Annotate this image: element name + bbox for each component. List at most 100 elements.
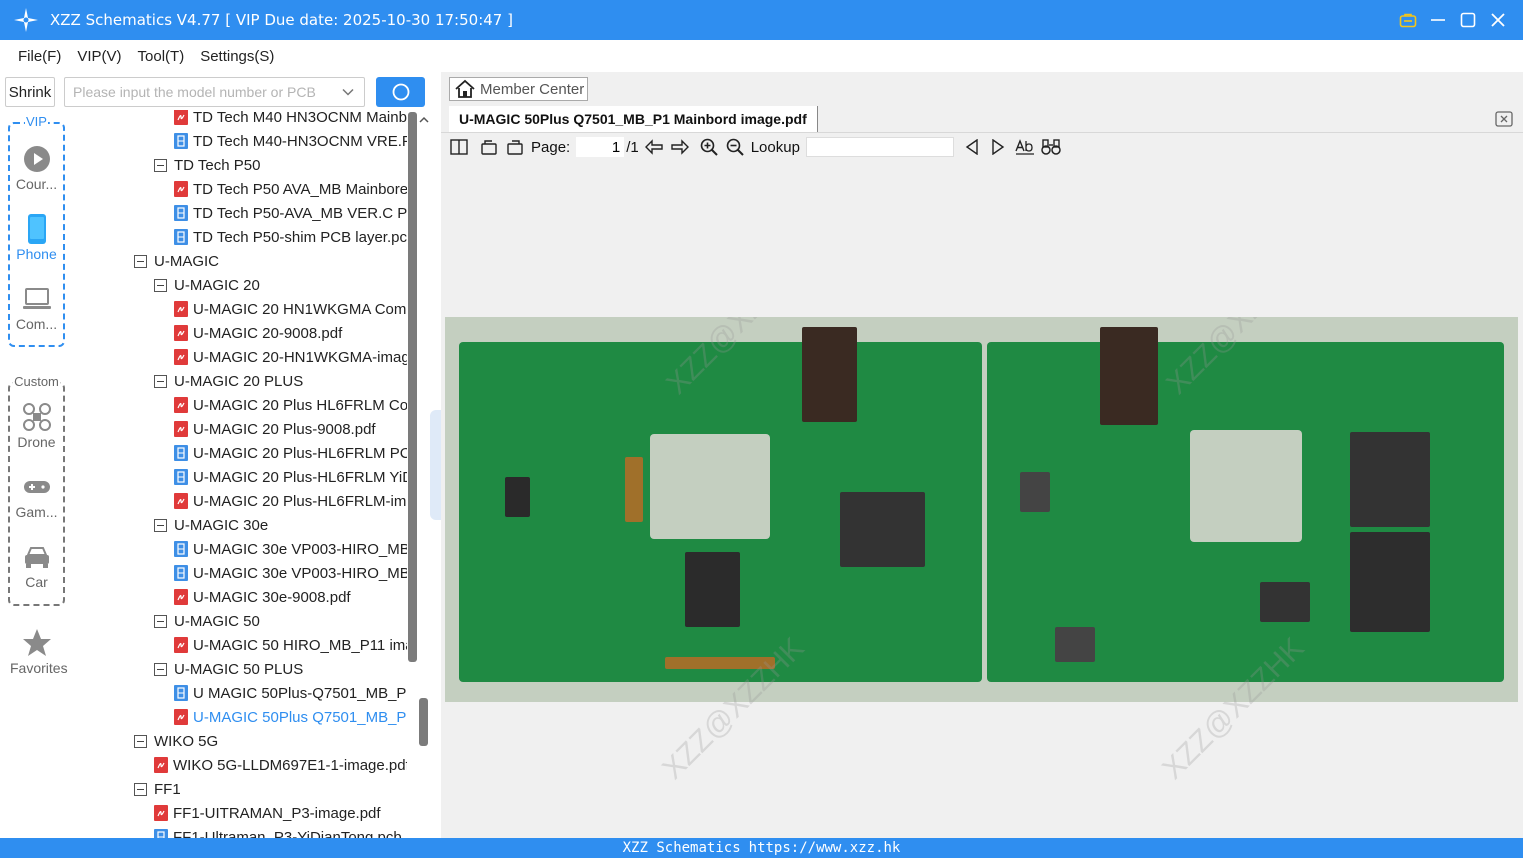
rail-item-computer[interactable]: Com...	[10, 284, 63, 332]
tree-file[interactable]: TD Tech P50-shim PCB layer.pcb	[174, 225, 407, 249]
status-url[interactable]: https://www.xzz.hk	[749, 840, 901, 856]
zoom-in-icon[interactable]	[699, 136, 719, 158]
rail-item-phone[interactable]: Phone	[10, 214, 63, 262]
pcb-file-icon	[174, 685, 188, 701]
tree-scrollbar-thumb[interactable]	[419, 698, 428, 746]
close-tab-icon[interactable]	[1495, 111, 1513, 127]
tree-file[interactable]: TD Tech M40-HN3OCNM VRE.F	[174, 129, 407, 153]
splitter-handle[interactable]	[430, 410, 441, 520]
star-icon	[22, 628, 52, 658]
rail-item-game[interactable]: Gam...	[10, 472, 63, 520]
chevron-down-icon[interactable]	[341, 85, 355, 99]
tree-file[interactable]: U-MAGIC 20 Plus-HL6FRLM-ima	[174, 489, 407, 513]
search-button[interactable]	[376, 77, 425, 107]
tree-folder[interactable]: U-MAGIC 20	[154, 273, 260, 297]
tree-file[interactable]: U-MAGIC 20 Plus HL6FRLM Con	[174, 393, 407, 417]
tree-scrollbar-track[interactable]	[408, 112, 417, 662]
collapse-icon[interactable]	[134, 734, 147, 748]
flex-connector-left	[625, 457, 643, 522]
binoculars-icon[interactable]	[1040, 136, 1062, 158]
pcb-file-icon	[174, 229, 188, 245]
tree-file[interactable]: U-MAGIC 30e VP003-HIRO_MB_	[174, 561, 407, 585]
tree-file[interactable]: U-MAGIC 20 Plus-HL6FRLM YiD	[174, 465, 407, 489]
tree-file[interactable]: TD Tech M40 HN3OCNM Mainb	[174, 110, 407, 129]
find-previous-icon[interactable]	[962, 136, 982, 158]
member-center-button[interactable]: Member Center	[449, 77, 588, 101]
rotate-right-icon[interactable]	[505, 136, 525, 158]
tree-item-label: U-MAGIC 20 PLUS	[174, 372, 304, 390]
window-controls	[1393, 0, 1513, 40]
tree-item-label: U-MAGIC 50	[174, 612, 260, 630]
menu-file[interactable]: File(F)	[10, 48, 69, 65]
collapse-icon[interactable]	[154, 614, 167, 628]
tree-folder[interactable]: U-MAGIC 30e	[154, 513, 268, 537]
minimize-button[interactable]	[1423, 5, 1453, 35]
collapse-icon[interactable]	[154, 278, 167, 292]
search-combobox[interactable]	[64, 77, 365, 107]
collapse-icon[interactable]	[154, 662, 167, 676]
tree-item-label: WIKO 5G-LLDM697E1-1-image.pdf	[173, 756, 407, 774]
rail-item-car[interactable]: Car	[10, 542, 63, 590]
tree-file[interactable]: U MAGIC 50Plus-Q7501_MB_P1	[174, 681, 407, 705]
tree-item-label: U-MAGIC 20 Plus-HL6FRLM-ima	[193, 492, 407, 510]
tree-file[interactable]: U-MAGIC 20 Plus-9008.pdf	[174, 417, 376, 441]
tree-folder[interactable]: FF1	[134, 777, 181, 801]
tree-file[interactable]: U-MAGIC 30e-9008.pdf	[174, 585, 351, 609]
menu-vip[interactable]: VIP(V)	[69, 48, 129, 65]
toggle-sidebar-icon[interactable]	[449, 136, 469, 158]
match-case-icon[interactable]	[1014, 136, 1036, 158]
search-input[interactable]	[65, 78, 330, 106]
menu-settings[interactable]: Settings(S)	[192, 48, 282, 65]
rail-item-courses[interactable]: Cour...	[10, 144, 63, 192]
document-tab[interactable]: U-MAGIC 50Plus Q7501_MB_P1 Mainbord imag…	[449, 106, 818, 132]
collapse-icon[interactable]	[134, 254, 147, 268]
zoom-out-icon[interactable]	[725, 136, 745, 158]
scroll-up-icon[interactable]	[418, 114, 430, 126]
tree-file[interactable]: TD Tech P50-AVA_MB VER.C PC	[174, 201, 407, 225]
next-page-icon[interactable]	[669, 136, 691, 158]
pcb-file-icon	[174, 133, 188, 149]
tree-file[interactable]: WIKO 5G-LLDM697E1-1-image.pdf	[154, 753, 407, 777]
status-app-name: XZZ Schematics	[622, 840, 741, 856]
tree-folder[interactable]: U-MAGIC 50 PLUS	[154, 657, 303, 681]
shrink-button[interactable]: Shrink	[5, 77, 55, 107]
tree-file[interactable]: U-MAGIC 20-HN1WKGMA-imag	[174, 345, 407, 369]
tree-file[interactable]: U-MAGIC 50 HIRO_MB_P11 ima	[174, 633, 407, 657]
tree-folder[interactable]: U-MAGIC 50	[154, 609, 260, 633]
tree-file[interactable]: U-MAGIC 20 HN1WKGMA Comp	[174, 297, 407, 321]
tree-file[interactable]: TD Tech P50 AVA_MB Mainbore	[174, 177, 407, 201]
tree-file[interactable]: U-MAGIC 20-9008.pdf	[174, 321, 342, 345]
collapse-icon[interactable]	[134, 782, 147, 796]
pcb-file-icon	[154, 829, 168, 838]
tree-file[interactable]: FF1-UITRAMAN_P3-image.pdf	[154, 801, 381, 825]
page-number-input[interactable]	[576, 137, 625, 157]
tree-item-label: TD Tech P50-shim PCB layer.pcb	[193, 228, 407, 246]
page-label: Page:	[531, 138, 571, 156]
close-button[interactable]	[1483, 5, 1513, 35]
rotate-left-icon[interactable]	[479, 136, 499, 158]
tree-folder[interactable]: WIKO 5G	[134, 729, 218, 753]
rail-item-drone[interactable]: Drone	[10, 402, 63, 450]
tree-item-label: TD Tech P50 AVA_MB Mainbore	[193, 180, 407, 198]
collapse-icon[interactable]	[154, 374, 167, 388]
tree-file[interactable]: FF1-Ultraman_P3-YiDianTong.pcb	[154, 825, 402, 838]
tree-item-label: TD Tech P50	[174, 156, 261, 174]
component-left-a	[505, 477, 530, 517]
menu-tool[interactable]: Tool(T)	[130, 48, 193, 65]
tree-file[interactable]: U-MAGIC 30e VP003-HIRO_MB_	[174, 537, 407, 561]
pcb-board-image[interactable]: XZZ@XZZHK XZZ@XZZHK	[445, 317, 1518, 702]
tree-folder[interactable]: U-MAGIC	[134, 249, 219, 273]
lookup-input[interactable]	[805, 137, 954, 157]
maximize-button[interactable]	[1453, 5, 1483, 35]
tree-folder[interactable]: U-MAGIC 20 PLUS	[154, 369, 303, 393]
rail-item-favorites[interactable]: Favorites	[10, 628, 68, 676]
tree-file[interactable]: U-MAGIC 50Plus Q7501_MB_P1	[174, 705, 407, 729]
collapse-icon[interactable]	[154, 518, 167, 532]
find-next-icon[interactable]	[988, 136, 1008, 158]
lookup-label: Lookup	[750, 138, 800, 156]
tree-folder[interactable]: TD Tech P50	[154, 153, 260, 177]
tree-file[interactable]: U-MAGIC 20 Plus-HL6FRLM PCB	[174, 441, 407, 465]
collapse-icon[interactable]	[154, 158, 167, 172]
previous-page-icon[interactable]	[643, 136, 665, 158]
vip-bag-icon[interactable]	[1393, 5, 1423, 35]
